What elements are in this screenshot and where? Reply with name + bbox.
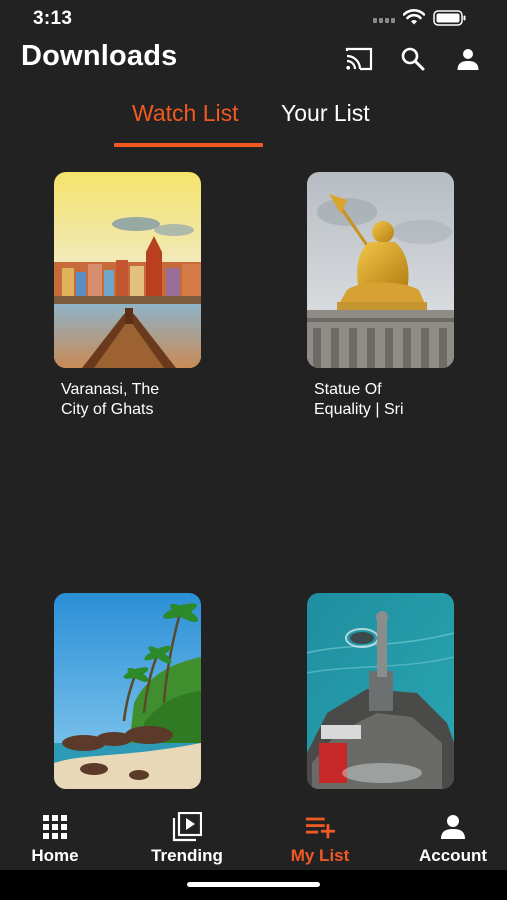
nav-home[interactable]: Home	[0, 806, 110, 870]
profile-icon[interactable]	[453, 44, 483, 74]
tab-watch-list[interactable]: Watch List	[132, 100, 239, 127]
home-indicator[interactable]	[187, 882, 320, 887]
active-tab-indicator	[114, 143, 263, 147]
video-card-varanasi[interactable]: Varanasi, The City of Ghats	[54, 172, 201, 420]
nav-label: My List	[290, 846, 350, 865]
tab-your-list[interactable]: Your List	[281, 100, 370, 127]
battery-icon	[433, 10, 467, 26]
nav-trending[interactable]: Trending	[132, 806, 242, 870]
page-title: Downloads	[21, 40, 178, 72]
wifi-icon	[402, 9, 426, 25]
card-title: Statue Of Equality | Sri	[314, 381, 404, 418]
video-card-kanyakumari-statue[interactable]	[307, 593, 454, 801]
video-card-statue-of-equality[interactable]: Statue Of Equality | Sri	[307, 172, 454, 420]
status-bar: 3:13	[0, 0, 507, 36]
status-time: 3:13	[33, 8, 73, 29]
playlist-add-icon	[305, 812, 335, 842]
thumbnail-palm-beach[interactable]	[54, 593, 201, 789]
grid-icon	[40, 812, 70, 842]
thumbnail-rock-statue-sea[interactable]	[307, 593, 454, 789]
thumbnail-statue-of-equality[interactable]	[307, 172, 454, 368]
nav-label: Home	[31, 846, 79, 865]
cellular-signal-icon	[373, 18, 397, 24]
nav-label: Account	[419, 846, 487, 865]
nav-account[interactable]: Account	[398, 806, 507, 870]
thumbnail-varanasi-ghats[interactable]	[54, 172, 201, 368]
nav-label: Trending	[151, 846, 223, 865]
cast-icon[interactable]	[344, 44, 374, 74]
search-icon[interactable]	[398, 44, 428, 74]
bottom-navigation: Home Trending My List Account	[0, 806, 507, 870]
play-library-icon	[172, 812, 202, 842]
card-title: Varanasi, The City of Ghats	[61, 381, 160, 418]
nav-my-list[interactable]: My List	[265, 806, 375, 870]
person-icon	[438, 812, 468, 842]
video-card-beach[interactable]	[54, 593, 201, 801]
